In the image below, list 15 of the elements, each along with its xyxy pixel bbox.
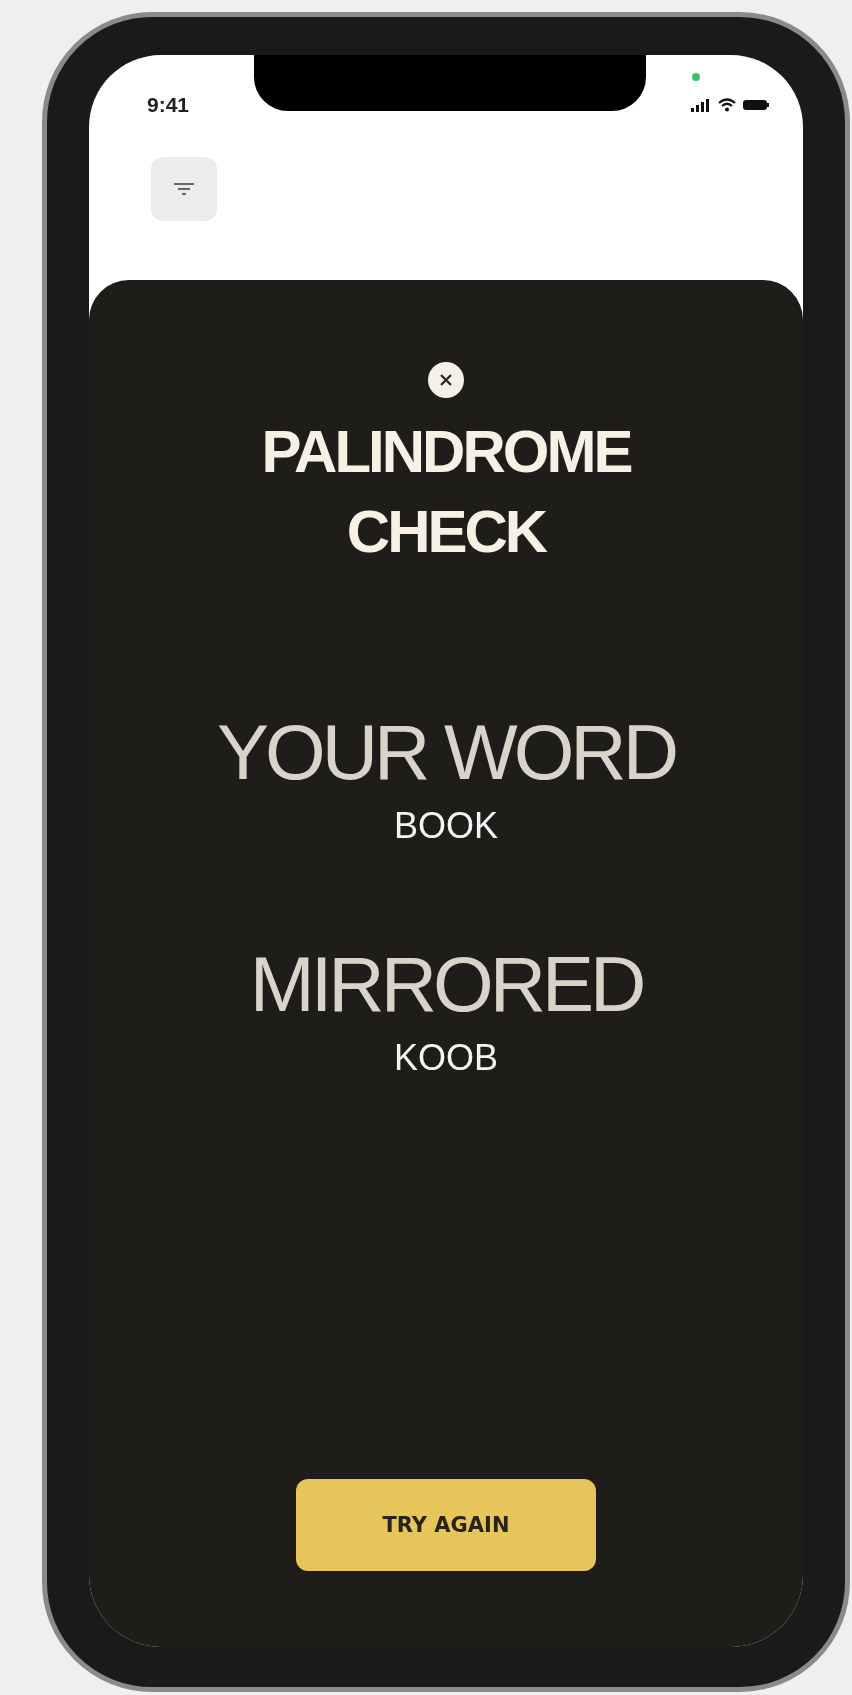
try-again-button[interactable]: TRY AGAIN: [296, 1479, 596, 1571]
battery-icon: [743, 99, 769, 111]
dialog-title: CHECK: [346, 497, 546, 567]
close-icon: [439, 373, 453, 387]
wifi-icon: [718, 98, 736, 112]
close-button[interactable]: [428, 362, 464, 398]
result-heading: MIRRORED: [249, 939, 643, 1029]
dialog-title: PALINDROME: [261, 417, 631, 487]
result-heading: YOUR WORD: [217, 707, 675, 797]
filter-icon: [174, 181, 194, 197]
result-word: BOOK: [393, 804, 498, 848]
result-word: KOOB: [393, 1036, 498, 1080]
indicator-dot: [692, 73, 700, 81]
status-time: 9:41: [147, 93, 190, 117]
signal-icon: [691, 98, 711, 112]
